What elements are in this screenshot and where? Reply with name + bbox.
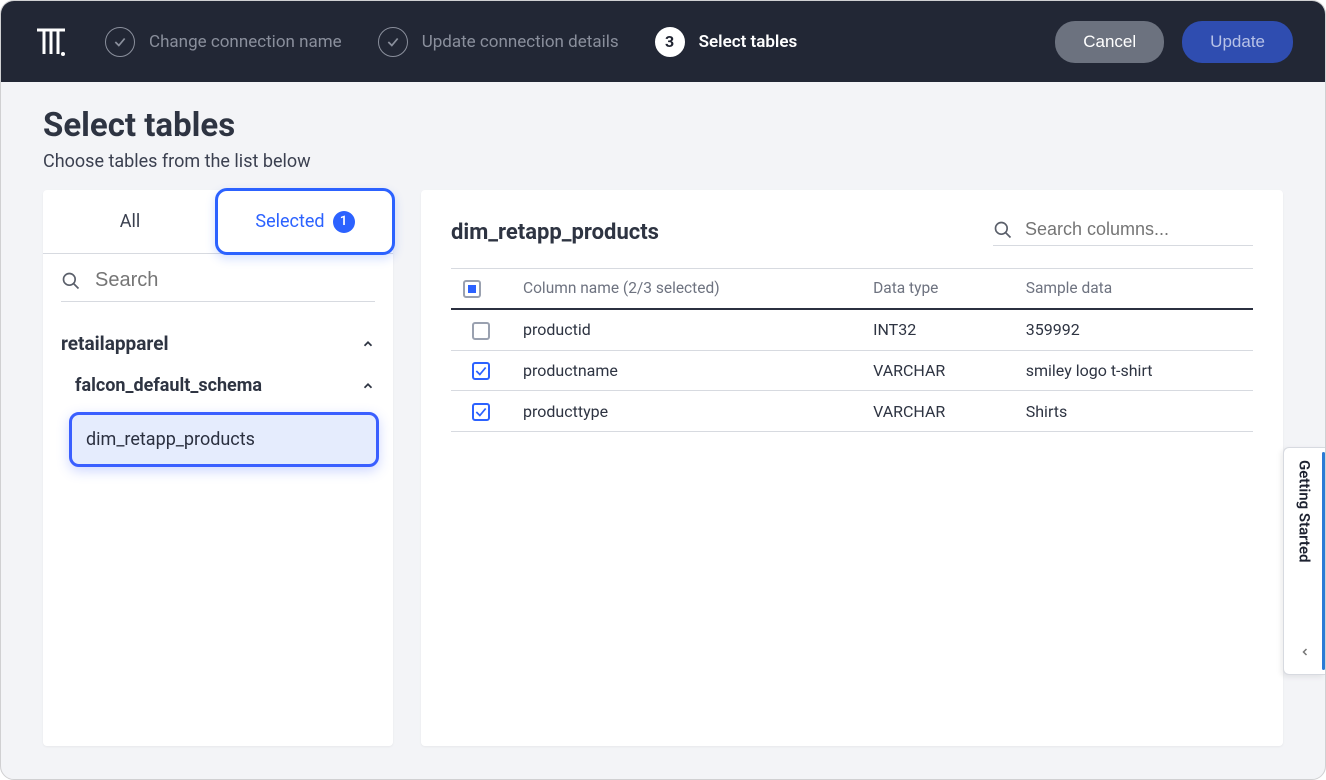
database-name: retailapparel <box>61 332 168 355</box>
table-row: productidINT32359992 <box>451 309 1253 350</box>
row-checkbox[interactable] <box>451 350 511 391</box>
step-3-label: Select tables <box>699 32 798 52</box>
table-name: dim_retapp_products <box>86 429 255 450</box>
columns-table: Column name (2/3 selected) Data type Sam… <box>451 268 1253 432</box>
getting-started-label: Getting Started <box>1296 460 1314 562</box>
step-1[interactable]: Change connection name <box>105 27 342 57</box>
cell-type: VARCHAR <box>861 350 1014 391</box>
database-node[interactable]: retailapparel <box>51 322 385 365</box>
table-search-input[interactable] <box>93 268 375 293</box>
cancel-button[interactable]: Cancel <box>1055 21 1164 63</box>
tables-tabs: All Selected 1 <box>43 190 393 254</box>
tables-panel: All Selected 1 retailapparel falco <box>43 190 393 746</box>
header-actions: Cancel Update <box>1055 21 1293 63</box>
schema-name: falcon_default_schema <box>75 375 262 396</box>
getting-started-tab[interactable]: Getting Started <box>1283 447 1325 675</box>
tab-selected-label: Selected <box>255 211 324 232</box>
step-2-label: Update connection details <box>422 32 619 52</box>
tab-all[interactable]: All <box>43 190 217 253</box>
check-icon <box>378 27 408 57</box>
check-icon <box>105 27 135 57</box>
wizard-steps: Change connection name Update connection… <box>105 27 1027 57</box>
checkbox-checked-icon <box>472 362 490 380</box>
column-search[interactable] <box>993 218 1253 246</box>
select-all-header[interactable] <box>451 269 511 309</box>
app-frame: Change connection name Update connection… <box>0 0 1326 780</box>
cell-sample: 359992 <box>1014 309 1253 350</box>
checkbox-empty-icon <box>472 322 490 340</box>
step-2[interactable]: Update connection details <box>378 27 619 57</box>
page-heading: Select tables Choose tables from the lis… <box>1 82 1325 190</box>
chevron-left-icon <box>1299 643 1311 662</box>
app-logo <box>33 24 69 60</box>
step-1-label: Change connection name <box>149 32 342 52</box>
cell-name: productname <box>511 350 861 391</box>
content-area: All Selected 1 retailapparel falco <box>1 190 1325 766</box>
row-checkbox[interactable] <box>451 309 511 350</box>
table-row: producttypeVARCHARShirts <box>451 391 1253 432</box>
columns-panel: dim_retapp_products Column name (2/3 sel… <box>421 190 1283 746</box>
step-number: 3 <box>655 27 685 57</box>
search-icon <box>61 271 81 291</box>
table-node-selected[interactable]: dim_retapp_products <box>69 412 379 467</box>
update-button[interactable]: Update <box>1182 21 1293 63</box>
tab-selected[interactable]: Selected 1 <box>215 188 395 255</box>
column-search-input[interactable] <box>1023 218 1259 241</box>
chevron-up-icon <box>361 379 375 393</box>
cell-type: INT32 <box>861 309 1014 350</box>
cell-sample: Shirts <box>1014 391 1253 432</box>
row-checkbox[interactable] <box>451 391 511 432</box>
checkbox-indeterminate-icon <box>463 280 481 298</box>
col-header-sample: Sample data <box>1014 269 1253 309</box>
columns-header: dim_retapp_products <box>451 218 1253 246</box>
step-3[interactable]: 3 Select tables <box>655 27 798 57</box>
cell-name: producttype <box>511 391 861 432</box>
col-header-name: Column name (2/3 selected) <box>511 269 861 309</box>
selected-table-title: dim_retapp_products <box>451 220 659 245</box>
table-row: productnameVARCHARsmiley logo t-shirt <box>451 350 1253 391</box>
cell-type: VARCHAR <box>861 391 1014 432</box>
app-header: Change connection name Update connection… <box>1 1 1325 82</box>
page-subtitle: Choose tables from the list below <box>43 151 1283 172</box>
page-title: Select tables <box>43 106 1283 145</box>
checkbox-checked-icon <box>472 403 490 421</box>
chevron-up-icon <box>361 337 375 351</box>
schema-node[interactable]: falcon_default_schema <box>51 365 385 406</box>
table-tree: retailapparel falcon_default_schema dim_… <box>43 310 393 485</box>
cell-name: productid <box>511 309 861 350</box>
table-search-wrap <box>43 254 393 310</box>
col-header-type: Data type <box>861 269 1014 309</box>
table-search[interactable] <box>61 268 375 302</box>
selected-count-badge: 1 <box>333 211 355 233</box>
cell-sample: smiley logo t-shirt <box>1014 350 1253 391</box>
logo-icon <box>33 24 69 60</box>
search-icon <box>993 220 1013 240</box>
